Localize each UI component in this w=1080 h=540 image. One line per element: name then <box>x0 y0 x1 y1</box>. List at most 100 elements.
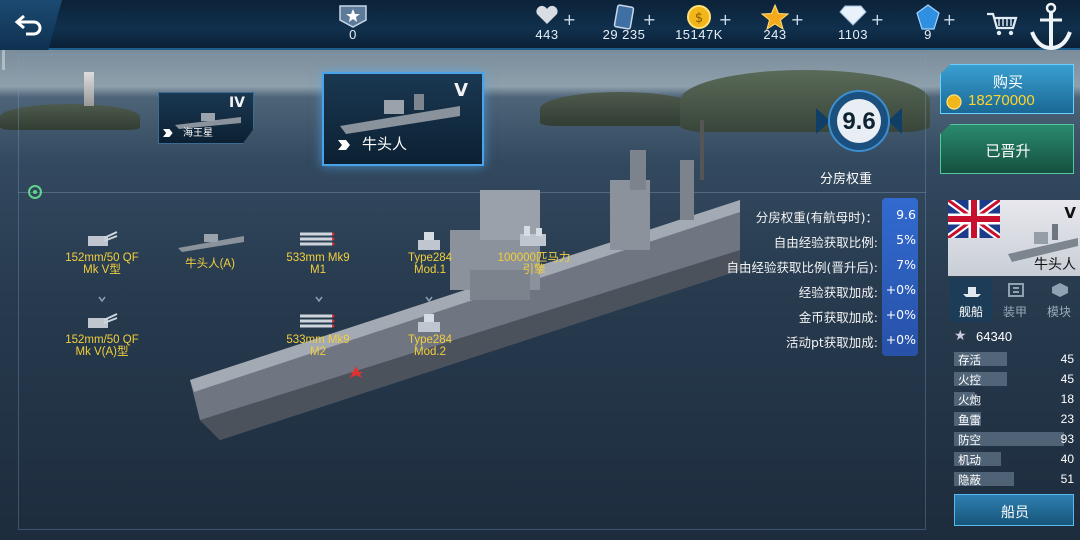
resource-value: 9 <box>924 27 932 42</box>
ship-thumbnail <box>340 94 460 134</box>
attribute-value: 18 <box>1060 392 1074 406</box>
upgrade-arrow-icon <box>315 296 323 303</box>
attribute-label: 火炮 <box>958 393 981 407</box>
hull-icon[interactable] <box>176 228 246 254</box>
upgrade-arrow-icon <box>98 296 106 303</box>
crew-label: 船员 <box>1001 505 1029 521</box>
ship-bonus-stats: 分房权重(有航母时)： 9.6 自由经验获取比例: 5% 自由经验获取比例(晋升… <box>700 204 920 356</box>
attribute-value: 51 <box>1060 472 1074 486</box>
stat-label: 金币获取加成: <box>798 310 878 325</box>
diamond-icon <box>839 5 867 26</box>
uk-flag-icon <box>948 200 1000 238</box>
stat-value: +0% <box>885 307 916 322</box>
attribute-label: 鱼雷 <box>958 413 981 427</box>
resource-star[interactable]: + 243 <box>752 2 804 48</box>
stat-row: 活动pt获取加成: +0% <box>700 332 920 354</box>
heart-icon <box>536 5 558 24</box>
price: 18270000 <box>946 92 1066 112</box>
main-gun-icon[interactable] <box>84 228 118 250</box>
attribute-value: 40 <box>1060 452 1074 466</box>
ship-tier: V <box>454 80 468 101</box>
resource-gem[interactable]: + 9 <box>910 2 956 48</box>
armor-tab-icon <box>1008 283 1024 297</box>
anchor-icon[interactable] <box>1026 0 1076 52</box>
engine-icon[interactable] <box>516 224 550 250</box>
attribute-row: 防空 93 <box>954 430 1076 448</box>
module-alt-gun[interactable]: 152mm/50 QF Mk V(A)型 <box>52 334 152 358</box>
module-tab-icon <box>1052 283 1068 297</box>
crosshair-icon[interactable] <box>25 182 45 202</box>
crew-button[interactable]: 船员 <box>954 494 1074 526</box>
attribute-label: 存活 <box>958 353 981 367</box>
attribute-row: 隐蔽 51 <box>954 470 1076 488</box>
matchmaking-weight-badge: 9.6 <box>812 88 906 154</box>
radar-icon[interactable] <box>414 312 444 336</box>
stat-row: 金币获取加成: +0% <box>700 307 920 329</box>
rank-display[interactable]: 0 <box>330 2 376 48</box>
stat-row: 自由经验获取比例(晋升后): 7% <box>700 257 920 279</box>
combat-power: ★ 64340 <box>954 328 1074 346</box>
resource-heart[interactable]: + 443 <box>522 2 576 48</box>
ship-tab-icon <box>963 287 981 297</box>
stat-label: 经验获取加成: <box>798 285 878 300</box>
resource-cards[interactable]: + 29 235 <box>596 2 656 48</box>
stat-row: 自由经验获取比例: 5% <box>700 232 920 254</box>
tab-ship[interactable]: 舰船 <box>950 278 992 322</box>
stat-label: 活动pt获取加成: <box>785 335 878 350</box>
resource-value: 1103 <box>838 27 868 42</box>
ship-name: 牛头人 <box>1034 257 1076 273</box>
ship-card-neptune[interactable]: IV 海王星 <box>158 92 254 144</box>
info-tabs: 舰船 装甲 模块 <box>950 278 1080 322</box>
module-radar-1[interactable]: Type284 Mod.1 <box>390 252 470 276</box>
stat-label: 自由经验获取比例(晋升后): <box>726 260 878 275</box>
attribute-row: 火控 45 <box>954 370 1076 388</box>
warship-model[interactable] <box>180 120 740 450</box>
back-button[interactable] <box>0 0 62 50</box>
module-hull[interactable]: 牛头人(A) <box>170 258 250 270</box>
stat-label: 分房权重(有航母时)： <box>755 210 878 225</box>
torpedo-launcher-icon[interactable] <box>296 228 336 250</box>
alt-gun-icon[interactable] <box>84 310 118 332</box>
tab-label: 舰船 <box>958 305 983 319</box>
attribute-label: 防空 <box>958 433 981 447</box>
buy-label: 购买 <box>992 73 1023 91</box>
attribute-value: 93 <box>1060 432 1074 446</box>
svg-text:$: $ <box>695 11 703 26</box>
module-main-gun[interactable]: 152mm/50 QF Mk V型 <box>52 252 152 276</box>
combat-power-value: 64340 <box>976 329 1013 344</box>
stat-value: +0% <box>885 282 916 297</box>
stat-value: 5% <box>896 232 916 247</box>
tab-armor[interactable]: 装甲 <box>994 278 1036 322</box>
ship-tier: IV <box>228 95 245 111</box>
attribute-row: 机动 40 <box>954 450 1076 468</box>
tab-label: 装甲 <box>1002 305 1027 319</box>
resource-gold[interactable]: $ + 15147K <box>670 2 732 48</box>
module-engine[interactable]: 100000匹马力 引擎 <box>484 252 584 276</box>
resource-diamond[interactable]: + 1103 <box>828 2 884 48</box>
ship-name: 海王星 <box>183 128 213 139</box>
shop-cart-icon[interactable] <box>985 10 1019 38</box>
tab-label: 模块 <box>1046 305 1071 319</box>
promoted-label: 已晋升 <box>985 142 1031 160</box>
stat-value: 9.6 <box>896 207 916 222</box>
upgrade-arrow-icon <box>425 296 433 303</box>
back-arrow-icon <box>14 14 42 36</box>
attribute-label: 隐蔽 <box>958 473 981 487</box>
ship-card-minotaur-selected[interactable]: V 牛头人 <box>322 72 484 166</box>
module-radar-2[interactable]: Type284 Mod.2 <box>390 334 470 358</box>
attribute-row: 火炮 18 <box>954 390 1076 408</box>
promoted-button[interactable]: 已晋升 <box>940 124 1074 174</box>
ship-tier: V <box>1064 204 1076 222</box>
radar-icon[interactable] <box>414 230 444 254</box>
tab-module[interactable]: 模块 <box>1038 278 1080 322</box>
torpedo-launcher-icon[interactable] <box>296 310 336 332</box>
module-torpedo-2[interactable]: 533mm Mk9 M2 <box>270 334 366 358</box>
rank-insignia-icon <box>339 5 367 28</box>
resource-value: 15147K <box>675 27 723 42</box>
stat-value: 7% <box>896 257 916 272</box>
attribute-row: 鱼雷 23 <box>954 410 1076 428</box>
module-torpedo-1[interactable]: 533mm Mk9 M1 <box>270 252 366 276</box>
resource-value: 29 235 <box>602 27 646 42</box>
attribute-value: 45 <box>1060 372 1074 386</box>
top-bar: 0 + 443 + 29 235 $ + 15147K + 243 + 1103… <box>0 0 1080 52</box>
